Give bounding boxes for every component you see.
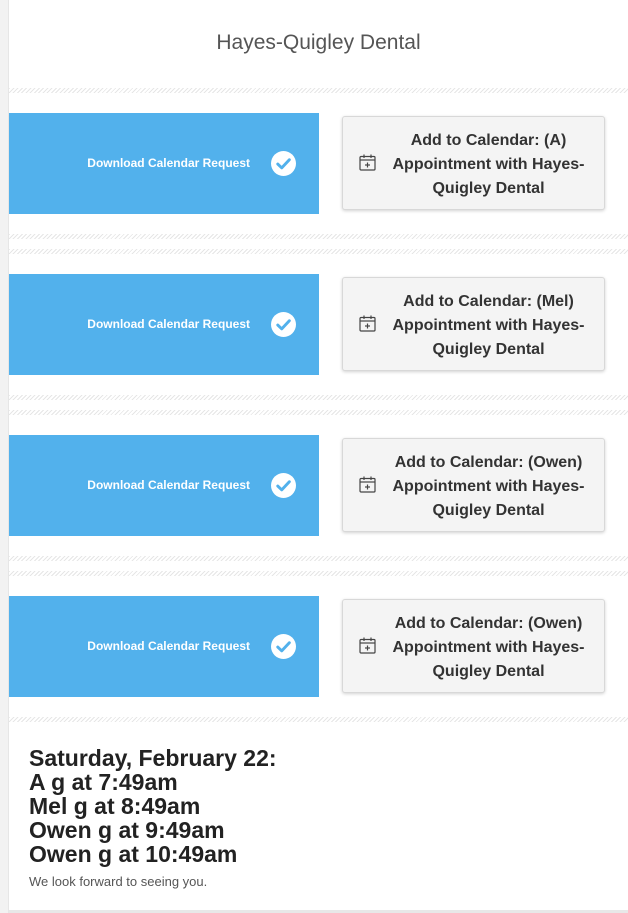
closing-note: We look forward to seeing you. (29, 874, 208, 889)
divider (9, 410, 628, 415)
appointment-row: Download Calendar Request Add to Calenda… (9, 435, 628, 536)
check-circle-icon (271, 473, 296, 498)
add-to-calendar-label: Add to Calendar: (Owen) Appointment with… (392, 454, 585, 519)
left-border (0, 0, 9, 913)
divider (9, 717, 628, 722)
add-to-calendar-button[interactable]: Add to Calendar: (A) Appointment with Ha… (342, 116, 605, 210)
summary-date-heading: Saturday, February 22: (29, 745, 277, 771)
download-calendar-request-button[interactable]: Download Calendar Request (9, 435, 319, 536)
check-circle-icon (271, 312, 296, 337)
appointment-row: Download Calendar Request Add to Calenda… (9, 113, 628, 214)
summary-line: Mel g at 8:49am (29, 793, 201, 819)
calendar-plus-icon (359, 315, 376, 332)
add-to-calendar-label: Add to Calendar: (A) Appointment with Ha… (392, 132, 585, 197)
add-to-calendar-label: Add to Calendar: (Mel) Appointment with … (392, 293, 585, 358)
calendar-plus-icon (359, 476, 376, 493)
email-page: Hayes-Quigley Dental Download Calendar R… (0, 0, 628, 913)
divider (9, 234, 628, 239)
add-to-calendar-button[interactable]: Add to Calendar: (Owen) Appointment with… (342, 599, 605, 693)
calendar-plus-icon (359, 637, 376, 654)
download-label: Download Calendar Request (87, 639, 250, 653)
appointment-row: Download Calendar Request Add to Calenda… (9, 596, 628, 697)
divider (9, 571, 628, 576)
calendar-plus-icon (359, 154, 376, 171)
check-circle-icon (271, 151, 296, 176)
divider (9, 395, 628, 400)
divider (9, 556, 628, 561)
download-label: Download Calendar Request (87, 156, 250, 170)
appointment-row: Download Calendar Request Add to Calenda… (9, 274, 628, 375)
add-to-calendar-label: Add to Calendar: (Owen) Appointment with… (392, 615, 585, 680)
check-circle-icon (271, 634, 296, 659)
divider (9, 249, 628, 254)
summary-line: Owen g at 9:49am (29, 817, 225, 843)
download-calendar-request-button[interactable]: Download Calendar Request (9, 596, 319, 697)
summary-line: Owen g at 10:49am (29, 841, 238, 867)
summary-line: A g at 7:49am (29, 769, 178, 795)
divider (9, 88, 628, 93)
appointment-summary: Saturday, February 22: A g at 7:49am Mel… (29, 746, 609, 889)
download-label: Download Calendar Request (87, 317, 250, 331)
download-label: Download Calendar Request (87, 478, 250, 492)
download-calendar-request-button[interactable]: Download Calendar Request (9, 113, 319, 214)
header: Hayes-Quigley Dental (9, 0, 628, 90)
add-to-calendar-button[interactable]: Add to Calendar: (Mel) Appointment with … (342, 277, 605, 371)
add-to-calendar-button[interactable]: Add to Calendar: (Owen) Appointment with… (342, 438, 605, 532)
download-calendar-request-button[interactable]: Download Calendar Request (9, 274, 319, 375)
page-title: Hayes-Quigley Dental (216, 31, 421, 54)
